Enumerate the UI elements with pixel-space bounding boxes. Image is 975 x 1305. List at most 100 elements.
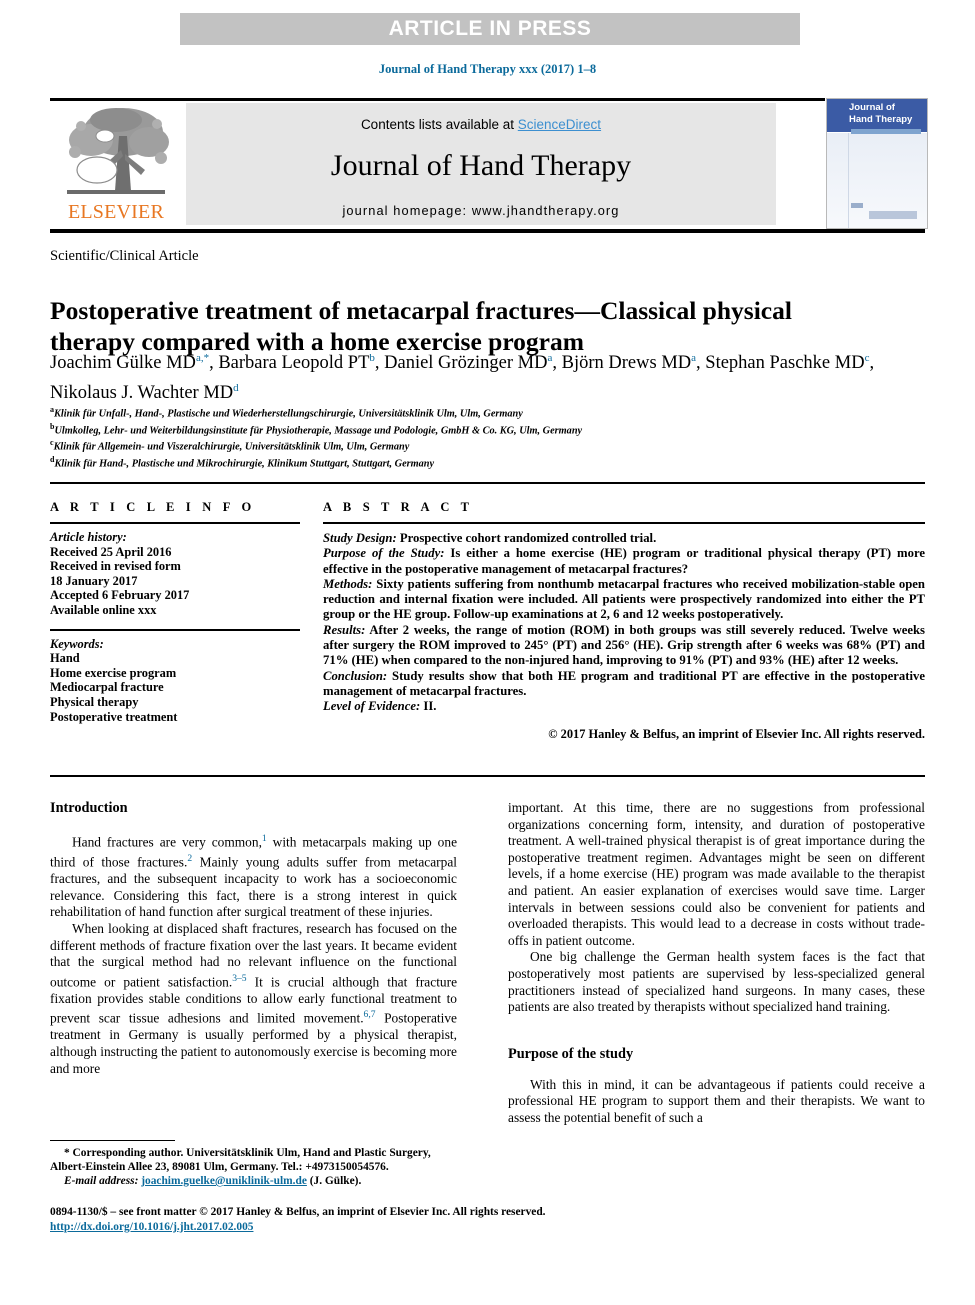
article-history-item: Received 25 April 2016 [50, 544, 172, 559]
author-entry: Björn Drews MDa, [561, 352, 706, 374]
cover-footer-mark-b [869, 211, 917, 219]
masthead-bottom-rule [50, 229, 925, 233]
body-paragraph: When looking at displaced shaft fracture… [50, 921, 457, 1077]
body-paragraph: Hand fractures are very common,1 with me… [50, 831, 457, 921]
cover-footer-mark-a [851, 203, 863, 208]
sciencedirect-box: Contents lists available at ScienceDirec… [186, 103, 776, 225]
author-affiliation-mark: a [547, 352, 553, 364]
keyword-item: Mediocarpal fracture [50, 680, 164, 695]
author-affiliation-mark: c [864, 352, 870, 364]
affiliation-list: aKlinik für Unfall-, Hand-, Plastische u… [50, 404, 880, 471]
footnote-rule [50, 1140, 175, 1141]
author-entry: Stephan Paschke MDc, [705, 352, 875, 374]
email-note: E-mail address: joachim.guelke@uniklinik… [50, 1174, 460, 1188]
email-label: E-mail address: [64, 1175, 139, 1187]
abstract-section-text: II. [420, 699, 437, 714]
corresponding-author-note: * Corresponding author. Universitätsklin… [50, 1147, 431, 1173]
cover-title-text: Journal of Hand Therapy [849, 102, 913, 125]
author-list: Joachim Gülke MDa,*, Barbara Leopold PTb… [50, 346, 880, 406]
email-link[interactable]: joachim.guelke@uniklinik-ulm.de [141, 1175, 307, 1187]
info-band-top-rule [50, 482, 925, 484]
abstract-copyright: © 2017 Hanley & Belfus, an imprint of El… [548, 726, 925, 741]
journal-running-head: Journal of Hand Therapy xxx (2017) 1–8 [378, 62, 597, 76]
keywords-block: Keywords: Hand Home exercise program Med… [50, 637, 300, 725]
author-name: Daniel Grözinger MD [384, 353, 548, 374]
keyword-item: Postoperative treatment [50, 709, 178, 724]
contents-available-line: Contents lists available at ScienceDirec… [186, 117, 776, 132]
author-name: Nikolaus J. Wachter MD [50, 383, 234, 404]
author-entry: Barbara Leopold PTb, [218, 352, 385, 374]
keyword-item: Hand [50, 651, 80, 666]
article-info-rule [50, 522, 300, 524]
abstract-section: Methods: Sixty patients suffering from n… [323, 577, 925, 623]
article-info-heading: A R T I C L E I N F O [50, 500, 256, 514]
paragraph-text: Hand fractures are very common, [72, 834, 262, 850]
affiliation-item: aKlinik für Unfall-, Hand-, Plastische u… [50, 404, 880, 421]
author-name: Joachim Gülke MD [50, 353, 196, 374]
journal-title: Journal of Hand Therapy [330, 149, 632, 182]
abstract-section: Study Design: Prospective cohort randomi… [323, 531, 925, 546]
article-history-item: Available online xxx [50, 602, 157, 617]
keywords-label: Keywords: [50, 636, 104, 651]
abstract-section: Results: After 2 weeks, the range of mot… [323, 623, 925, 669]
abstract-section-text: After 2 weeks, the range of motion (ROM)… [323, 622, 925, 668]
keyword-item: Home exercise program [50, 665, 177, 680]
author-entry: Joachim Gülke MDa,*, [50, 352, 219, 374]
journal-masthead: ELSEVIER Contents lists available at Sci… [50, 98, 928, 233]
info-band-bottom-rule [50, 775, 925, 777]
author-affiliation-mark: a,* [195, 352, 210, 364]
affiliation-text: Klinik für Unfall-, Hand-, Plastische un… [54, 408, 523, 420]
affiliation-text: Ulmkolleg, Lehr- und Weiterbildungsinsti… [54, 425, 583, 437]
author-name: Stephan Paschke MD [705, 353, 865, 374]
cover-spine-line [848, 133, 849, 228]
affiliation-item: cKlinik für Allgemein- und Viszeralchiru… [50, 437, 880, 454]
abstract-section-label: Conclusion: [323, 668, 388, 683]
sciencedirect-link[interactable]: ScienceDirect [518, 117, 601, 132]
article-history-item: 18 January 2017 [50, 573, 138, 588]
abstract-section-label: Purpose of the Study: [323, 546, 445, 561]
citation-ref[interactable]: 6,7 [364, 1009, 376, 1020]
article-history-item: Received in revised form [50, 559, 181, 574]
elsevier-wordmark: ELSEVIER [67, 201, 165, 223]
journal-homepage[interactable]: journal homepage: www.jhandtherapy.org [186, 203, 776, 218]
cover-accent-bar [851, 129, 921, 134]
article-info-column: A R T I C L E I N F O Article history: R… [50, 500, 300, 724]
article-type-label: Scientific/Clinical Article [50, 248, 199, 264]
abstract-section-text: Prospective cohort randomized controlled… [396, 531, 657, 545]
body-column-right: important. At this time, there are no su… [508, 800, 925, 1127]
author-entry: Daniel Grözinger MDa, [384, 352, 562, 374]
issn-line: 0894-1130/$ – see front matter © 2017 Ha… [50, 1206, 546, 1218]
doi-link[interactable]: http://dx.doi.org/10.1016/j.jht.2017.02.… [50, 1221, 253, 1233]
abstract-section-label: Methods: [323, 576, 373, 591]
abstract-column: A B S T R A C T Study Design: Prospectiv… [323, 500, 925, 742]
body-paragraph: With this in mind, it can be advantageou… [508, 1076, 925, 1125]
article-in-press-label: ARTICLE IN PRESS [388, 17, 592, 40]
abstract-section-label: Study Design: [323, 531, 397, 545]
email-owner: (J. Gülke). [306, 1175, 362, 1187]
author-affiliation-mark: a [691, 352, 697, 364]
journal-cover-thumbnail[interactable]: Journal of Hand Therapy [826, 98, 928, 229]
section-heading-introduction: Introduction [50, 800, 128, 816]
footnote-block: * Corresponding author. Universitätsklin… [50, 1146, 460, 1188]
affiliation-text: Klinik für Allgemein- und Viszeralchirur… [53, 441, 410, 453]
article-info-separator [50, 628, 300, 631]
section-heading-purpose: Purpose of the study [508, 1045, 634, 1062]
article-in-press-banner: ARTICLE IN PRESS [180, 13, 800, 45]
body-paragraph: One big challenge the German health syst… [508, 949, 925, 1015]
abstract-section: Purpose of the Study: Is either a home e… [323, 546, 925, 577]
abstract-section-label: Level of Evidence: [323, 699, 421, 714]
abstract-section-text: Study results show that both HE program … [323, 668, 925, 698]
masthead-top-rule [50, 98, 825, 101]
author-affiliation-mark: d [233, 382, 239, 395]
affiliation-text: Klinik für Hand-, Plastische und Mikroch… [54, 458, 435, 470]
abstract-section-label: Results: [323, 622, 366, 637]
author-affiliation-mark: b [369, 352, 375, 364]
abstract-section-text: Sixty patients suffering from nonthumb m… [323, 576, 925, 622]
abstract-body: Study Design: Prospective cohort randomi… [323, 531, 925, 715]
elsevier-logo: ELSEVIER [53, 106, 179, 226]
body-column-left: Introduction Hand fractures are very com… [50, 800, 457, 1077]
citation-ref[interactable]: 3–5 [232, 973, 246, 984]
affiliation-item: dKlinik für Hand-, Plastische und Mikroc… [50, 454, 880, 471]
body-paragraph: important. At this time, there are no su… [508, 800, 925, 948]
colophon-block: 0894-1130/$ – see front matter © 2017 Ha… [50, 1205, 750, 1234]
